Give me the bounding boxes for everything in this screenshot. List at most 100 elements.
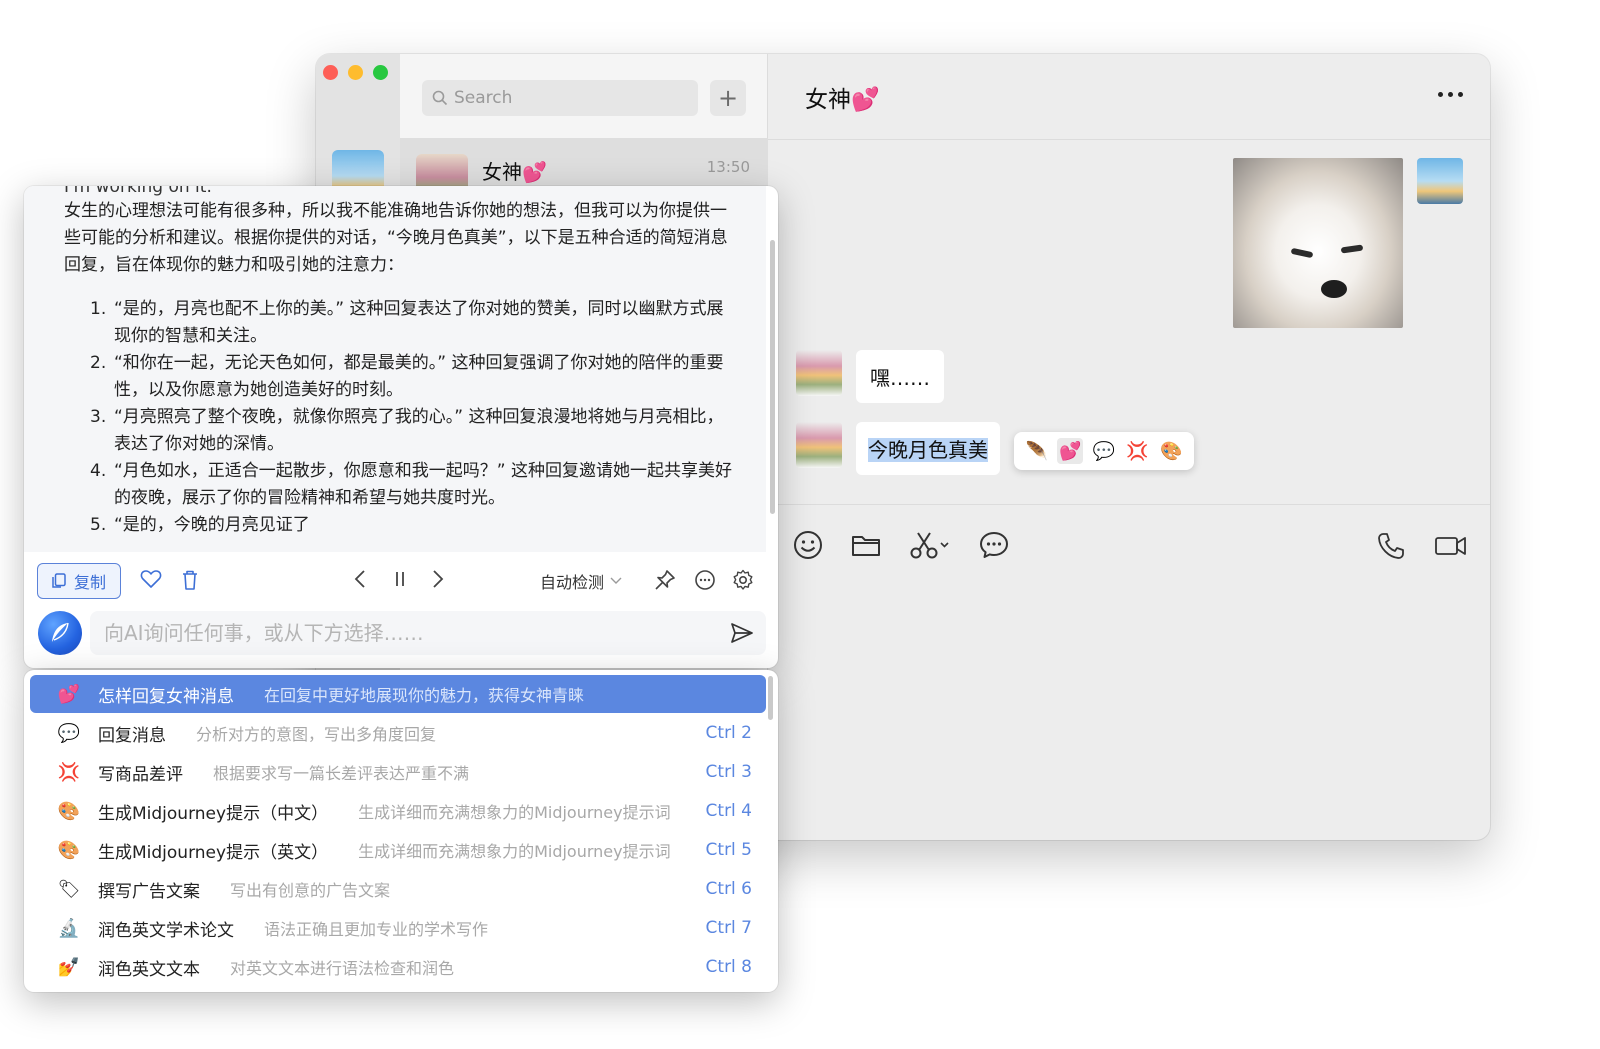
- command-item[interactable]: 🎨 生成Midjourney提示（中文） 生成详细而充满想象力的Midjourn…: [30, 792, 766, 830]
- item-number: 3.: [90, 407, 107, 427]
- command-shortcut: Ctrl 7: [705, 918, 752, 938]
- ask-ai-input[interactable]: [90, 611, 766, 655]
- answer-intro: 女生的心理想法可能有很多种，所以我不能准确地告诉你她的想法，但我可以为你提供一些…: [64, 201, 728, 275]
- command-item[interactable]: 💅 润色英文文本 对英文文本进行语法检查和润色 Ctrl 8: [30, 948, 766, 986]
- item-text: “是的，今晚的月亮见证了: [114, 515, 310, 535]
- two-hearts-icon: 💕: [57, 683, 81, 705]
- command-name: 怎样回复女神消息: [98, 686, 234, 707]
- command-description: 生成详细而充满想象力的Midjourney提示词: [358, 842, 671, 861]
- image-message[interactable]: [1233, 158, 1403, 328]
- two-hearts-icon[interactable]: 💕: [1057, 438, 1084, 464]
- chevron-right-icon[interactable]: [430, 569, 446, 589]
- chevron-down-icon: [610, 577, 622, 584]
- list-item: 4. “月色如水，正适合一起散步，你愿意和我一起吗？” 这种回复邀请她一起共享美…: [90, 458, 736, 512]
- search-placeholder: Search: [454, 88, 513, 108]
- item-number: 5.: [90, 515, 107, 535]
- item-text: “月亮照亮了整个夜晚，就像你照亮了我的心。” 这种回复浪漫地将她与月亮相比，表达…: [114, 407, 724, 454]
- more-options-icon[interactable]: [1438, 84, 1468, 104]
- command-list-scrollbar[interactable]: [768, 676, 773, 720]
- input-toolbar: [792, 529, 1010, 561]
- heart-icon[interactable]: [140, 569, 162, 589]
- command-shortcut: Ctrl 3: [705, 762, 752, 782]
- phone-icon[interactable]: [1376, 531, 1406, 561]
- copy-icon: [52, 573, 66, 588]
- message-text: 嘿……: [870, 366, 930, 390]
- microscope-icon: 🔬: [57, 917, 81, 939]
- pin-icon[interactable]: [654, 569, 676, 591]
- chat-icon[interactable]: [694, 569, 716, 591]
- command-description: 语法正确且更加专业的学术写作: [264, 920, 489, 939]
- command-name: 润色英文学术论文: [98, 920, 234, 941]
- command-description: 在回复中更好地展现你的魅力，获得女神青睐: [264, 686, 585, 705]
- label-icon: 🏷: [57, 878, 81, 900]
- command-shortcut: Ctrl 2: [705, 723, 752, 743]
- command-description: 生成详细而充满想象力的Midjourney提示词: [358, 803, 671, 822]
- command-description: 对英文文本进行语法检查和润色: [230, 959, 455, 978]
- anger-icon: 💢: [57, 761, 81, 783]
- speech-bubble-icon[interactable]: 💬: [1091, 438, 1117, 464]
- command-item[interactable]: 💬 回复消息 分析对方的意图，写出多角度回复 Ctrl 2: [30, 714, 766, 752]
- command-item[interactable]: 💕 怎样回复女神消息 在回复中更好地展现你的魅力，获得女神青睐: [30, 675, 766, 713]
- item-text: “月色如水，正适合一起散步，你愿意和我一起吗？” 这种回复邀请她一起共享美好的夜…: [114, 461, 733, 508]
- call-toolbar: [1376, 531, 1468, 561]
- anger-icon[interactable]: 💢: [1125, 438, 1151, 464]
- pause-icon[interactable]: [392, 569, 408, 589]
- chat-title: 女神💕: [805, 87, 880, 113]
- command-description: 分析对方的意图，写出多角度回复: [196, 725, 437, 744]
- command-item[interactable]: 💢 写商品差评 根据要求写一篇长差评表达严重不满 Ctrl 3: [30, 753, 766, 791]
- selected-message-text: 今晚月色真美: [868, 438, 988, 462]
- folder-icon[interactable]: [850, 529, 882, 561]
- command-shortcut: Ctrl 5: [705, 840, 752, 860]
- copy-button[interactable]: 复制: [37, 563, 121, 599]
- trash-icon[interactable]: [180, 569, 200, 591]
- video-call-icon[interactable]: [1434, 531, 1468, 561]
- answer-scrollbar[interactable]: [770, 240, 775, 514]
- minimize-window-button[interactable]: [348, 65, 363, 80]
- chevron-left-icon[interactable]: [352, 569, 368, 589]
- command-item[interactable]: 🔬 润色英文学术论文 语法正确且更加专业的学术写作 Ctrl 7: [30, 909, 766, 947]
- command-name: 撰写广告文案: [98, 881, 200, 902]
- feather-icon[interactable]: 🪶: [1024, 438, 1050, 464]
- polish-icon: 💅: [57, 956, 81, 978]
- search-input[interactable]: Search: [422, 80, 698, 116]
- command-shortcut: Ctrl 8: [705, 957, 752, 977]
- palette-icon[interactable]: 🎨: [1158, 438, 1184, 464]
- ai-assistant-panel: I'm working on it. 女生的心理想法可能有很多种，所以我不能准确…: [24, 186, 778, 668]
- message-input-area[interactable]: [768, 504, 1490, 840]
- command-shortcut: Ctrl 6: [705, 879, 752, 899]
- item-text: “和你在一起，无论天色如何，都是最美的。” 这种回复强调了你对她的陪伴的重要性，…: [114, 353, 724, 400]
- command-name: 生成Midjourney提示（中文）: [98, 803, 329, 824]
- gear-icon[interactable]: [732, 569, 754, 591]
- search-icon: [432, 90, 448, 106]
- message-bubble[interactable]: 嘿……: [856, 350, 944, 403]
- peer-avatar[interactable]: [796, 350, 842, 396]
- command-item[interactable]: 🎨 生成Midjourney提示（英文） 生成详细而充满想象力的Midjourn…: [30, 831, 766, 869]
- emoji-icon[interactable]: [792, 529, 824, 561]
- item-number: 1.: [90, 299, 107, 319]
- answer-action-bar: 复制 自动检测: [24, 552, 778, 606]
- command-name: 润色英文文本: [98, 959, 200, 980]
- zoom-window-button[interactable]: [373, 65, 388, 80]
- command-description: 写出有创意的广告文案: [230, 881, 391, 900]
- item-number: 4.: [90, 461, 107, 481]
- peer-avatar[interactable]: [796, 422, 842, 468]
- palette-icon: 🎨: [57, 800, 81, 822]
- item-text: “是的，月亮也配不上你的美。” 这种回复表达了你对她的赞美，同时以幽默方式展现你…: [114, 299, 724, 346]
- command-shortcut: Ctrl 4: [705, 801, 752, 821]
- list-item: 3. “月亮照亮了整个夜晚，就像你照亮了我的心。” 这种回复浪漫地将她与月亮相比…: [90, 404, 736, 458]
- command-item[interactable]: 🏷 撰写广告文案 写出有创意的广告文案 Ctrl 6: [30, 870, 766, 908]
- ask-row: [24, 606, 778, 666]
- command-description: 根据要求写一篇长差评表达严重不满: [213, 764, 470, 783]
- language-select[interactable]: 自动检测: [540, 569, 622, 593]
- scissors-icon[interactable]: [908, 529, 952, 561]
- chat-panel: 女神💕 嘿…… 今晚月色真美 🪶 💕 💬 💢 🎨: [768, 54, 1490, 840]
- language-select-value: 自动检测: [540, 573, 605, 592]
- ai-answer: I'm working on it. 女生的心理想法可能有很多种，所以我不能准确…: [24, 186, 766, 552]
- self-avatar[interactable]: [1417, 158, 1463, 204]
- chat-icon[interactable]: [978, 529, 1010, 561]
- answer-list: 1. “是的，月亮也配不上你的美。” 这种回复表达了你对她的赞美，同时以幽默方式…: [90, 296, 736, 539]
- close-window-button[interactable]: [323, 65, 338, 80]
- message-bubble[interactable]: 今晚月色真美: [856, 422, 1000, 475]
- send-icon[interactable]: [730, 622, 754, 644]
- add-button[interactable]: +: [710, 80, 746, 116]
